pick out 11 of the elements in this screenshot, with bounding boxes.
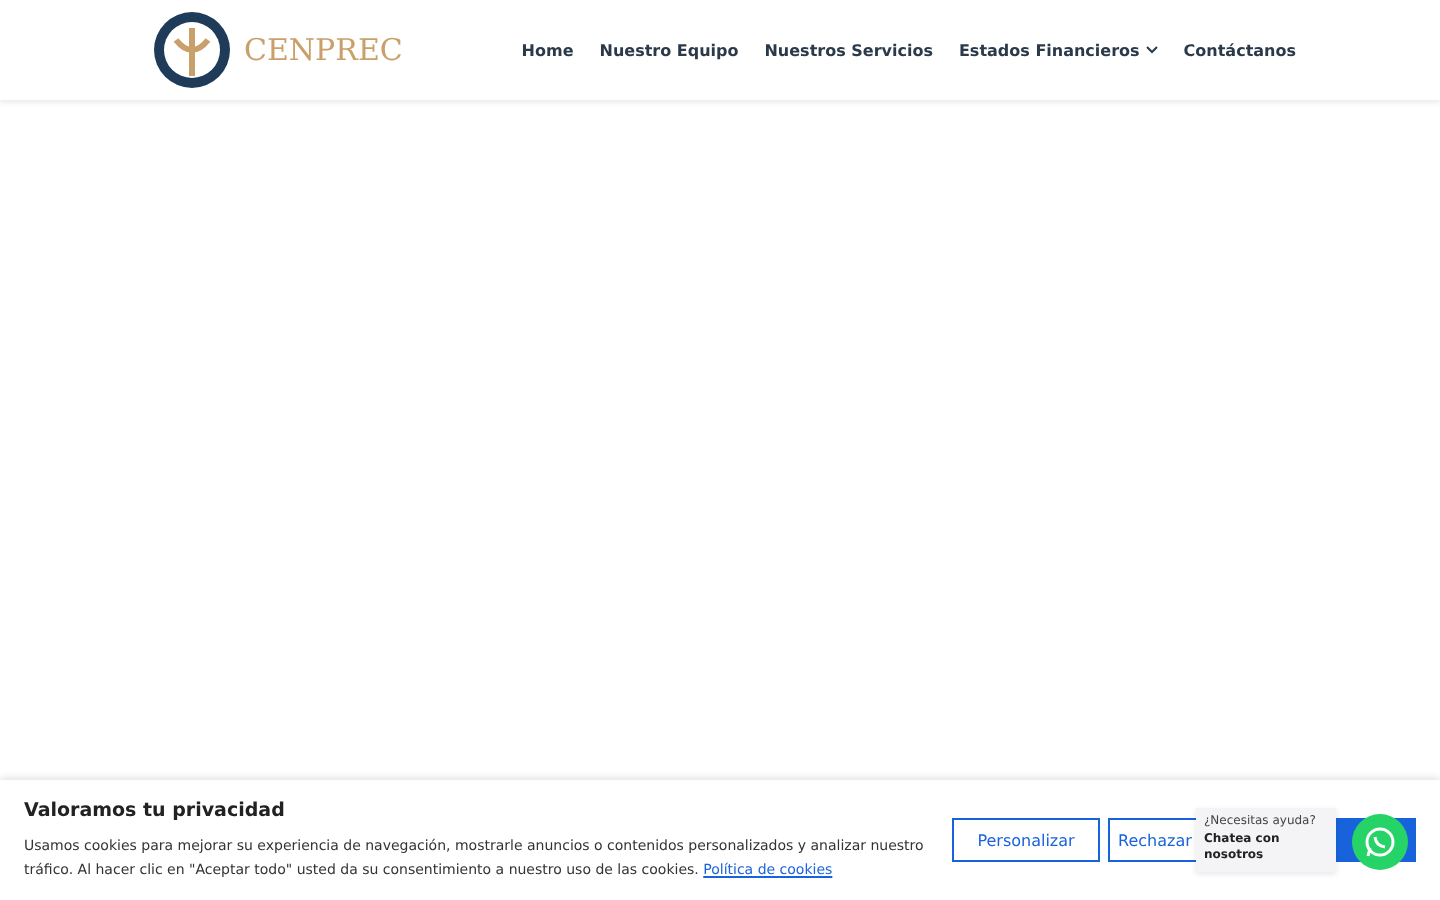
banner-button[interactable]: Personalizar [952, 818, 1100, 862]
nav-link[interactable]: Home [521, 41, 574, 59]
chat-phone-icon [1364, 826, 1396, 858]
logo-emblem-icon [152, 8, 232, 92]
logo-text: CENPREC [244, 32, 403, 68]
nav-link[interactable]: Nuestro Equipo [599, 41, 739, 59]
nav-link[interactable]: Estados Financieros [958, 41, 1158, 59]
chat-button[interactable] [1352, 814, 1408, 870]
nav-link[interactable]: Contáctanos [1183, 41, 1296, 59]
nav-link[interactable]: Nuestros Servicios [764, 41, 933, 59]
banner-title: Valoramos tu privacidad [24, 799, 287, 821]
